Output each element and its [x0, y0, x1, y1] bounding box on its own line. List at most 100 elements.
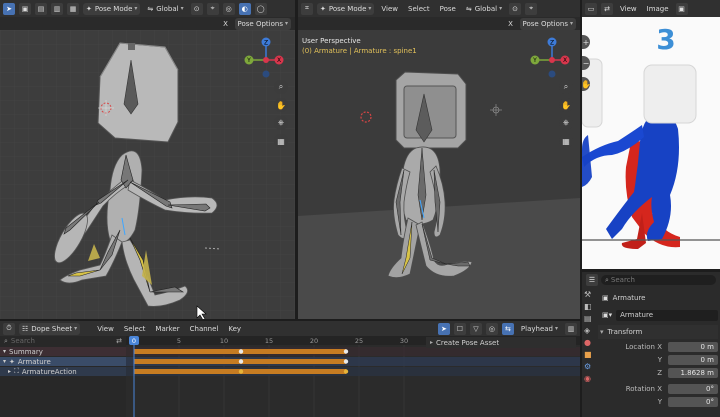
left-viewport-header: ➤ ▣ ▤ ▥ ▦ ✦ Pose Mode ⇋ Global ⊙ ⌖ ◎ ◐ ◯ — [0, 0, 295, 17]
mode-dropdown[interactable]: ✦ Pose Mode — [317, 2, 375, 15]
menu-view[interactable]: View — [617, 3, 640, 15]
channel-list: ⌕ Search ⇄ ▾ Summary ▾ ✦ Armature ▸ ⛶ Ar… — [0, 336, 126, 417]
x-mirror-button[interactable]: X — [505, 18, 517, 30]
zoom-icon[interactable]: ⌕ — [559, 80, 573, 94]
keyframe — [238, 369, 244, 374]
modifier-tab-icon[interactable]: ⚙ — [584, 362, 596, 371]
snap-icon[interactable]: ⌖ — [525, 2, 538, 15]
timeline-region[interactable]: 5 10 15 20 25 30 0 ▸ Create Pose Asset — [126, 336, 580, 417]
rotation-y-field[interactable]: 0° — [668, 397, 718, 407]
orientation-dropdown[interactable]: ⇋ Global — [144, 3, 186, 15]
editor-type-icon[interactable]: ☰ — [586, 274, 598, 286]
editor-type-icon[interactable]: ⏱ — [3, 322, 15, 335]
output-tab-icon[interactable]: ▤ — [584, 314, 596, 323]
data-type-icon[interactable]: ▣▾ — [602, 311, 612, 319]
tool-tab-icon[interactable]: ⚒ — [584, 290, 596, 299]
mid-viewport[interactable]: Z Y X User Perspective (0) Armature | Ar… — [298, 30, 580, 319]
menu-image[interactable]: Image — [644, 3, 672, 15]
editor-type-icon[interactable]: ▭ — [585, 2, 597, 15]
mode-dropdown[interactable]: ✦ Pose Mode — [83, 2, 141, 15]
search-icon: ⌕ — [4, 336, 8, 345]
gizmo-x-label: X — [277, 57, 281, 64]
zoom-out-icon[interactable]: − — [582, 56, 590, 70]
menu-select[interactable]: Select — [405, 3, 433, 15]
create-pose-asset-button[interactable]: Create Pose Asset — [436, 339, 499, 347]
location-z-label: Z — [657, 369, 662, 377]
chevron-down-icon: ▾ — [3, 358, 7, 365]
pan-icon[interactable]: ✋ — [582, 77, 591, 91]
pan-hand-icon[interactable]: ✋ — [274, 98, 288, 112]
frame-number: 3 — [656, 23, 675, 56]
view-mode-icon[interactable]: ⇄ — [601, 2, 613, 15]
camera-icon[interactable]: ⎈ — [274, 116, 288, 130]
world-tab-icon[interactable]: ● — [584, 338, 596, 347]
object-tab-icon[interactable]: ■ — [584, 350, 596, 359]
zoom-in-icon[interactable]: + — [582, 35, 590, 49]
image-canvas[interactable]: 3 + − ✋ — [582, 17, 720, 269]
action-icon: ⛶ — [14, 367, 19, 375]
rotation-x-field[interactable]: 0° — [668, 384, 718, 394]
proportional-icon[interactable]: ◎ — [222, 2, 235, 15]
properties-search-input[interactable]: ⌕ Search — [601, 275, 716, 285]
select-mode-icon[interactable]: ▤ — [35, 2, 47, 15]
select-mode-icon-3[interactable]: ▦ — [67, 2, 79, 15]
transform-section-header[interactable]: ▾ Transform — [598, 325, 718, 339]
menu-key[interactable]: Key — [225, 323, 244, 335]
grid-view-icon[interactable]: ▦ — [274, 134, 288, 148]
image-nav-buttons: + − ✋ — [582, 35, 591, 91]
channel-search-input[interactable]: Search — [11, 337, 113, 345]
menu-view[interactable]: View — [94, 323, 117, 335]
pose-options-dropdown[interactable]: Pose Options — [519, 17, 576, 30]
menu-select[interactable]: Select — [121, 323, 149, 335]
camera-icon[interactable]: ⎈ — [559, 116, 573, 130]
snap-icon[interactable]: ⇆ — [501, 322, 514, 335]
location-y-field[interactable]: 0 m — [668, 355, 718, 365]
data-name-field[interactable]: Armature — [616, 309, 718, 321]
mode-label: Pose Mode — [94, 4, 133, 13]
overlay-icon[interactable]: ◐ — [238, 2, 251, 15]
scene-tab-icon[interactable]: ◈ — [584, 326, 596, 335]
menu-channel[interactable]: Channel — [187, 323, 222, 335]
dope-sheet-header: ⏱ ☷ Dope Sheet View Select Marker Channe… — [0, 319, 580, 336]
orientation-dropdown[interactable]: ⇋ Global — [463, 3, 505, 15]
render-tab-icon[interactable]: ◧ — [584, 302, 596, 311]
x-mirror-button[interactable]: X — [220, 18, 232, 30]
dope-sheet-mode-dropdown[interactable]: ☷ Dope Sheet — [19, 322, 81, 335]
menu-marker[interactable]: Marker — [152, 323, 182, 335]
location-z-field[interactable]: 1.8628 m — [668, 368, 718, 378]
object-icon: ▣ — [602, 294, 609, 302]
filter-icon[interactable]: ▽ — [469, 322, 482, 335]
pan-hand-icon[interactable]: ✋ — [559, 98, 573, 112]
menu-view[interactable]: View — [378, 3, 401, 15]
shading-icon[interactable]: ◯ — [254, 2, 267, 15]
overlay-toggle-icon[interactable]: ▥ — [565, 322, 577, 335]
location-x-label: Location X — [625, 343, 662, 351]
snap-icon[interactable]: ⌖ — [206, 2, 219, 15]
pivot-icon[interactable]: ⊙ — [190, 2, 203, 15]
zoom-icon[interactable]: ⌕ — [274, 80, 288, 94]
filter-hidden-icon[interactable]: ☐ — [453, 322, 466, 335]
pose-options-dropdown[interactable]: Pose Options — [234, 17, 291, 30]
location-x-field[interactable]: 0 m — [668, 342, 718, 352]
select-tool-icon[interactable]: ➤ — [3, 2, 15, 15]
menu-pose[interactable]: Pose — [437, 3, 459, 15]
perspective-toggle-icon[interactable]: ▦ — [559, 134, 573, 148]
filter-selected-icon[interactable]: ➤ — [437, 322, 450, 335]
pivot-icon[interactable]: ⊙ — [509, 2, 522, 15]
editor-type-icon[interactable]: ⌗ — [301, 2, 313, 15]
object-data-row: ▣▾ Armature — [598, 308, 718, 322]
proportional-icon[interactable]: ◎ — [485, 322, 498, 335]
select-box-icon[interactable]: ▣ — [19, 2, 31, 15]
channel-summary[interactable]: ▾ Summary — [0, 347, 126, 356]
playhead-dropdown[interactable]: Playhead — [518, 323, 561, 335]
object-name[interactable]: Armature — [613, 294, 646, 302]
mid-viewport-scene: Z Y X — [298, 37, 580, 319]
image-browse-icon[interactable]: ▣ — [675, 2, 688, 15]
channel-armature[interactable]: ▾ ✦ Armature — [0, 357, 126, 366]
image-viewer-header: ▭ ⇄ View Image ▣ — [582, 0, 720, 17]
select-mode-icon-2[interactable]: ▥ — [51, 2, 63, 15]
left-viewport[interactable]: Z Y X ⌕ ✋ ⎈ ▦ — [0, 30, 295, 319]
swap-icon[interactable]: ⇄ — [116, 337, 122, 345]
physics-tab-icon[interactable]: ◉ — [584, 374, 596, 383]
channel-action[interactable]: ▸ ⛶ ArmatureAction — [0, 367, 126, 376]
